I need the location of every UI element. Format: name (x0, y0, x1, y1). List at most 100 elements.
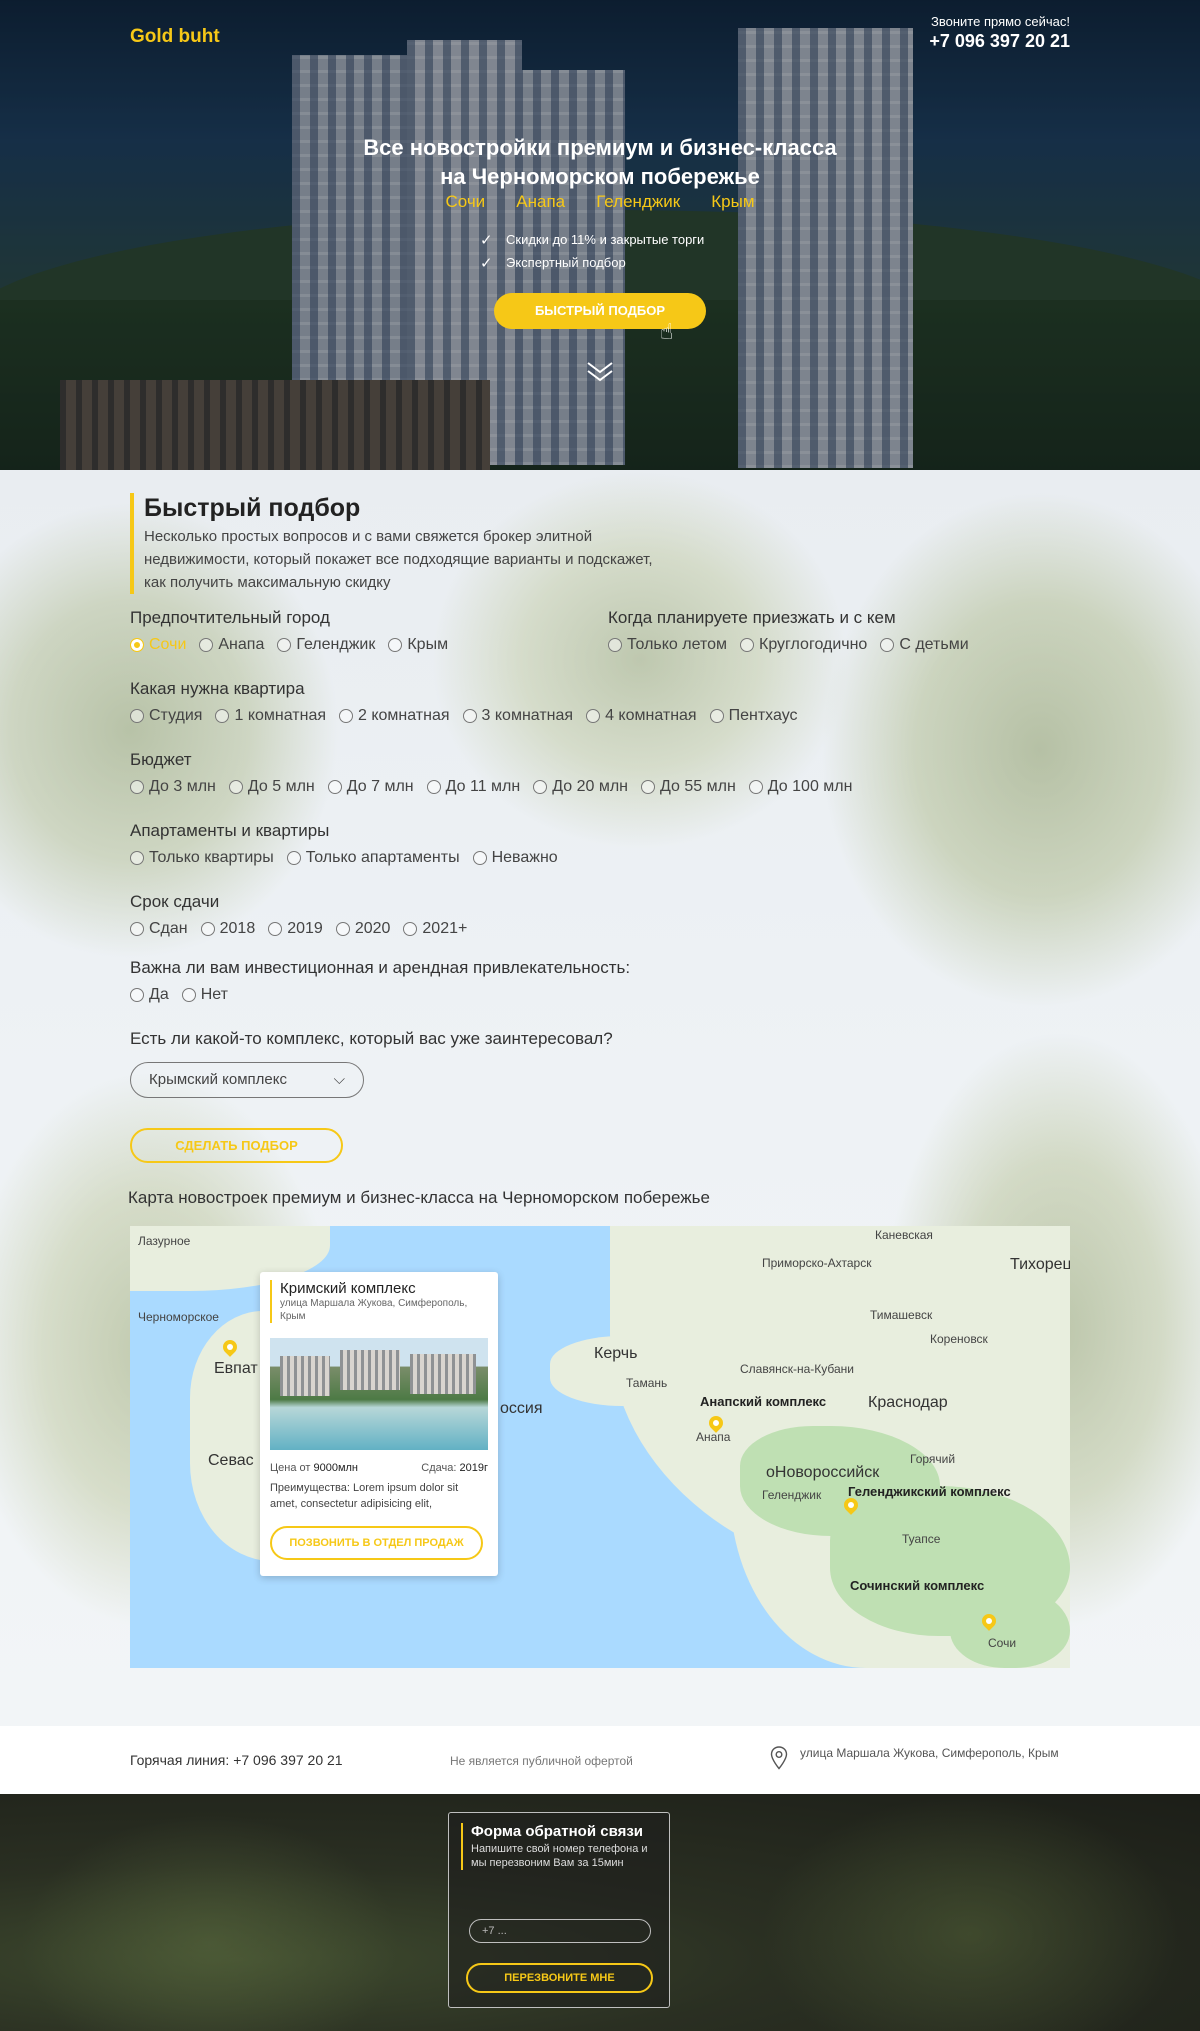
option-budget-7[interactable]: До 7 млн (327, 776, 414, 798)
header-contact: Звоните прямо сейчас! +7 096 397 20 21 (929, 14, 1070, 52)
option-budget-11[interactable]: До 11 млн (426, 776, 520, 798)
city-link-anapa[interactable]: Анапа (516, 192, 565, 211)
option-any[interactable]: Неважно (472, 847, 558, 869)
option-summer[interactable]: Только летом (608, 634, 727, 656)
radio-button[interactable] (130, 988, 144, 1002)
radio-button[interactable] (277, 638, 292, 652)
call-sales-button[interactable]: ПОЗВОНИТЬ В ОТДЕЛ ПРОДАЖ (270, 1526, 483, 1560)
radio-button[interactable] (533, 780, 548, 794)
radio-button[interactable] (335, 922, 350, 936)
hotline: Горячая линия: +7 096 397 20 21 (130, 1752, 343, 1768)
option-3room[interactable]: 3 комнатная (462, 705, 573, 727)
option-label: Только апартаменты (305, 849, 460, 866)
question-budget: Бюджет До 3 млн До 5 млн До 7 млн До 11 … (130, 750, 865, 798)
option-kids[interactable]: С детьми (880, 634, 969, 656)
radio-button[interactable] (880, 638, 895, 652)
option-label: Только квартиры (149, 849, 274, 866)
option-1room[interactable]: 1 комнатная (215, 705, 326, 727)
option-yearround[interactable]: Круглогодично (740, 634, 867, 656)
option-studio[interactable]: Студия (130, 705, 202, 727)
radio-button[interactable] (740, 638, 755, 652)
radio-button[interactable] (286, 851, 301, 865)
feedback-header: Форма обратной связи Напишите свой номер… (461, 1823, 661, 1870)
radio-button[interactable] (608, 638, 622, 652)
option-label: Нет (200, 986, 228, 1003)
option-4room[interactable]: 4 комнатная (586, 705, 697, 727)
option-only-apartments[interactable]: Только апартаменты (286, 847, 460, 869)
radio-button[interactable] (215, 709, 230, 723)
option-only-flats[interactable]: Только квартиры (130, 847, 274, 869)
radio-button[interactable] (200, 922, 215, 936)
radio-button[interactable] (181, 988, 196, 1002)
option-2019[interactable]: 2019 (268, 918, 323, 940)
complex-label-anapa[interactable]: Анапский комплекс (700, 1394, 826, 1409)
option-no[interactable]: Нет (181, 984, 228, 1006)
option-2room[interactable]: 2 комнатная (339, 705, 450, 727)
option-anapa[interactable]: Анапа (199, 634, 264, 656)
chevron-down-icon: ⌵ (333, 1071, 345, 1088)
option-budget-5[interactable]: До 5 млн (228, 776, 315, 798)
option-label: Сочи (149, 636, 187, 653)
option-2018[interactable]: 2018 (200, 918, 255, 940)
option-budget-55[interactable]: До 55 млн (641, 776, 736, 798)
header-phone[interactable]: +7 096 397 20 21 (929, 31, 1070, 52)
radio-button[interactable] (199, 638, 214, 652)
option-label: Геленджик (296, 636, 376, 653)
option-penthouse[interactable]: Пентхаус (709, 705, 798, 727)
radio-button[interactable] (130, 851, 144, 865)
option-label: Пентхаус (728, 707, 798, 724)
option-label: Да (149, 986, 169, 1003)
option-label: До 100 млн (767, 778, 853, 795)
option-budget-100[interactable]: До 100 млн (748, 776, 853, 798)
option-gelendzhik[interactable]: Геленджик (277, 634, 375, 656)
quick-select-button[interactable]: БЫСТРЫЙ ПОДБОР (494, 293, 706, 329)
scroll-down-icon[interactable] (584, 360, 616, 384)
option-label: 2021+ (422, 920, 468, 937)
map-label: Сочи (988, 1636, 1017, 1650)
phone-input[interactable] (469, 1919, 651, 1943)
radio-button[interactable] (228, 780, 243, 794)
complex-card-popup: Кримский комплекс улица Маршала Жукова, … (260, 1272, 498, 1576)
complex-label-sochi[interactable]: Сочинский комплекс (850, 1578, 984, 1593)
radio-button[interactable] (388, 638, 403, 652)
option-krym[interactable]: Крым (388, 634, 448, 656)
make-selection-button[interactable]: СДЕЛАТЬ ПОДБОР (130, 1128, 343, 1163)
city-link-sochi[interactable]: Сочи (445, 192, 485, 211)
callback-button[interactable]: ПЕРЕЗВОНИТЕ МНЕ (466, 1963, 653, 1993)
complex-label-gelendzhik[interactable]: Геленджикский комплекс (848, 1484, 1011, 1499)
hero-title-line1: Все новостройки премиум и бизнес-класса (363, 135, 837, 160)
radio-button[interactable] (130, 922, 144, 936)
option-sochi[interactable]: Сочи (130, 634, 186, 656)
site-logo[interactable]: Gold buht (130, 26, 220, 48)
option-budget-20[interactable]: До 20 млн (533, 776, 628, 798)
complex-select[interactable]: Крымский комплекс ⌵ (130, 1062, 364, 1098)
radio-button[interactable] (462, 709, 477, 723)
city-link-krym[interactable]: Крым (711, 192, 754, 211)
radio-button[interactable] (130, 780, 144, 794)
radio-button[interactable] (339, 709, 353, 723)
option-yes[interactable]: Да (130, 984, 169, 1006)
radio-button[interactable] (327, 780, 342, 794)
radio-button[interactable] (130, 709, 144, 723)
feedback-description: Напишите свой номер телефона и мы перезв… (471, 1843, 648, 1869)
city-link-gelendzhik[interactable]: Геленджик (596, 192, 680, 211)
option-label: Крым (407, 636, 449, 653)
radio-button[interactable] (641, 780, 655, 794)
map-label: Евпат (214, 1360, 258, 1377)
option-2020[interactable]: 2020 (335, 918, 390, 940)
radio-button[interactable] (586, 709, 601, 723)
radio-button[interactable] (748, 780, 763, 794)
option-2021[interactable]: 2021+ (403, 918, 467, 940)
option-budget-3[interactable]: До 3 млн (130, 776, 216, 798)
radio-button[interactable] (268, 922, 283, 936)
card-address: улица Маршала Жукова, Симферополь, Крым (280, 1298, 468, 1322)
radio-button[interactable] (709, 709, 724, 723)
radio-button[interactable] (472, 851, 487, 865)
radio-button[interactable] (130, 638, 144, 652)
option-done[interactable]: Сдан (130, 918, 188, 940)
hotline-phone[interactable]: +7 096 397 20 21 (233, 1752, 342, 1768)
map-label: оссия (500, 1400, 543, 1417)
radio-button[interactable] (426, 780, 441, 794)
option-label: 4 комнатная (605, 707, 697, 724)
radio-button[interactable] (403, 922, 418, 936)
